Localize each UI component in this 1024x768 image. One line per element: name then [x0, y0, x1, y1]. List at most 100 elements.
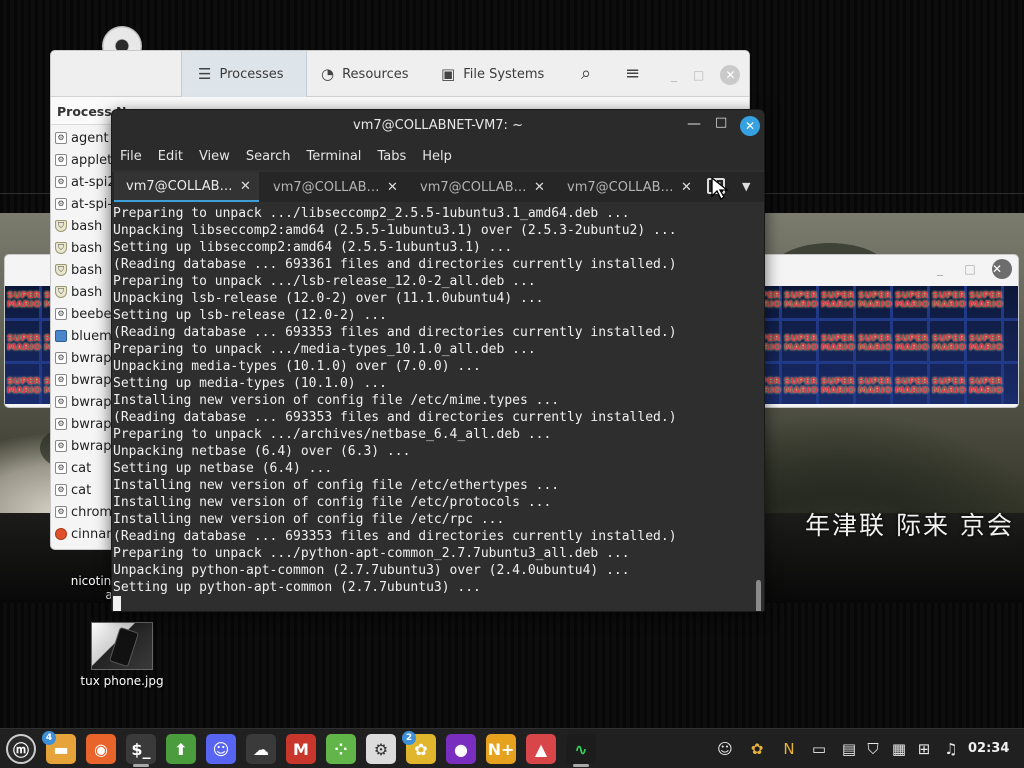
hamburger-menu-icon[interactable]: ≡	[625, 63, 640, 84]
mario-window-controls: _ □ ✕	[932, 259, 1012, 279]
menu-item-help[interactable]: Help	[422, 149, 452, 164]
terminal-line: (Reading database ... 693353 files and d…	[113, 410, 677, 425]
mario-icon[interactable]: M	[286, 734, 316, 764]
mario-tile: SUPERMARIO	[969, 378, 1003, 396]
terminal-tab[interactable]: vm7@COLLAB… ✕	[261, 172, 406, 202]
nicotine-desktop-icon[interactable]: nicotin al	[66, 574, 116, 602]
close-tab-icon[interactable]: ✕	[240, 179, 251, 194]
maximize-icon[interactable]: □	[715, 115, 727, 130]
process-icon: ⚙	[55, 396, 67, 408]
tab-file-systems[interactable]: ▣ File Systems	[441, 51, 544, 97]
taskbar: ⓜ ▬ 4 ◉ $_ ⬆ ☺ ☁ M ⁘ ⚙ ✿ 2 ● N+ ▲ ∿ ☺ ✿ N ▭ ▤ ⛉ ▦ ⊞ ♫ 02:34	[0, 728, 1024, 768]
process-icon: ⚙	[55, 176, 67, 188]
purple-orb-icon[interactable]: ●	[446, 734, 476, 764]
mario-tile: SUPERMARIO	[784, 335, 818, 353]
terminal-output[interactable]: Preparing to unpack .../libseccomp2_2.5.…	[112, 203, 764, 611]
close-icon[interactable]: ✕	[740, 116, 760, 136]
n-plus-icon[interactable]: N+	[486, 734, 516, 764]
terminal-tab[interactable]: vm7@COLLAB… ✕	[114, 172, 259, 202]
terminal-tab-label: vm7@COLLAB…	[567, 179, 674, 195]
mario-tile-text: MARIO	[784, 300, 818, 310]
terminal-titlebar[interactable]: vm7@COLLABNET-VM7: ~ — □ ✕	[112, 110, 764, 142]
process-name: bwrap	[71, 438, 112, 454]
terminal-tab[interactable]: vm7@COLLAB… ✕	[408, 172, 553, 202]
mario-tile-text: MARIO	[858, 300, 892, 310]
menu-item-edit[interactable]: Edit	[158, 149, 183, 164]
terminal-line: Setting up python-apt-common (2.7.7ubunt…	[113, 580, 481, 595]
mario-tile: SUPERMARIO	[7, 292, 41, 310]
tab-processes[interactable]: ☰ Processes	[181, 51, 307, 97]
shield-icon[interactable]: ⛉	[862, 739, 884, 759]
n-plus-icon[interactable]: N	[778, 739, 800, 759]
disk-icon: ▣	[441, 65, 456, 83]
tux-phone-image-icon[interactable]	[91, 622, 153, 670]
discord-icon[interactable]: ☺	[714, 739, 736, 759]
menu-item-tabs[interactable]: Tabs	[377, 149, 406, 164]
tux-phone-label[interactable]: tux phone.jpg	[70, 674, 174, 688]
bee-icon[interactable]: ✿	[746, 739, 768, 759]
process-name: bash	[71, 284, 103, 300]
terminal-tab-label: vm7@COLLAB…	[126, 178, 233, 194]
close-tab-icon[interactable]: ✕	[534, 180, 545, 195]
pulse-icon[interactable]: ∿	[566, 734, 596, 764]
terminal-window[interactable]: vm7@COLLABNET-VM7: ~ — □ ✕ File Edit View S…	[111, 109, 765, 612]
image-icon[interactable]: ▲	[526, 734, 556, 764]
menu-item-view[interactable]: View	[199, 149, 230, 164]
mario-tile: SUPERMARIO	[821, 292, 855, 310]
process-name: bwrap	[71, 350, 112, 366]
clipboard-icon[interactable]: ▤	[838, 739, 860, 759]
minimize-icon[interactable]: _	[671, 68, 677, 82]
terminal-menubar: File Edit View Search Terminal Tabs Help	[112, 142, 764, 170]
wallpaper-calligraphy: 年津联 际来 京会	[805, 511, 1014, 540]
mario-tile: SUPERMARIO	[932, 378, 966, 396]
process-icon: ⚙	[55, 132, 67, 144]
terminal-line: Installing new version of config file /e…	[113, 393, 560, 408]
cloud-icon[interactable]: ☁	[246, 734, 276, 764]
terminal-tab-label: vm7@COLLAB…	[273, 179, 380, 195]
terminal-tab[interactable]: vm7@COLLAB… ✕	[555, 172, 700, 202]
shield-arrow-icon[interactable]: ⬆	[166, 734, 196, 764]
terminal-icon[interactable]: $_	[126, 734, 156, 764]
mario-tile-text: MARIO	[7, 343, 41, 353]
terminal-line: (Reading database ... 693353 files and d…	[113, 325, 677, 340]
process-icon	[55, 528, 67, 540]
mint-logo-icon[interactable]: ⓜ	[6, 734, 36, 764]
terminal-line: Unpacking libseccomp2:amd64 (2.5.5-1ubun…	[113, 223, 677, 238]
menu-item-file[interactable]: File	[120, 149, 142, 164]
menu-item-terminal[interactable]: Terminal	[306, 149, 361, 164]
process-icon: ⛉	[55, 264, 67, 276]
bee-icon[interactable]: ✿ 2	[402, 731, 436, 764]
folder-icon[interactable]: ▬ 4	[42, 731, 76, 764]
minimize-icon[interactable]: _	[932, 261, 948, 277]
grid-icon[interactable]: ⁘	[326, 734, 356, 764]
gear-icon[interactable]: ⚙	[366, 734, 396, 764]
search-icon[interactable]: ⌕	[581, 63, 591, 84]
tab-resources[interactable]: ◔ Resources	[321, 51, 408, 97]
drive-icon[interactable]: ▭	[808, 739, 830, 759]
maximize-icon[interactable]: □	[962, 261, 978, 277]
mouse-pointer-icon	[711, 177, 729, 200]
terminal-line: (Reading database ... 693353 files and d…	[113, 529, 677, 544]
process-icon: ⛉	[55, 220, 67, 232]
terminal-line: Installing new version of config file /e…	[113, 495, 552, 510]
note-icon[interactable]: ▦	[888, 739, 910, 759]
terminal-scrollbar[interactable]	[756, 580, 761, 611]
close-icon[interactable]: ✕	[992, 259, 1012, 279]
mario-tile-text: MARIO	[969, 343, 1003, 353]
close-tab-icon[interactable]: ✕	[681, 180, 692, 195]
close-icon[interactable]: ✕	[720, 65, 741, 85]
menu-item-search[interactable]: Search	[246, 149, 291, 164]
network-icon[interactable]: ⊞	[913, 739, 935, 759]
mario-tile-text: MARIO	[784, 343, 818, 353]
music-icon[interactable]: ♫	[940, 739, 962, 759]
firefox-icon[interactable]: ◉	[86, 734, 116, 764]
process-icon: ⚙	[55, 506, 67, 518]
discord-icon[interactable]: ☺	[206, 734, 236, 764]
chevron-down-icon[interactable]: ▼	[742, 180, 750, 193]
mario-tile-text: MARIO	[895, 300, 929, 310]
close-tab-icon[interactable]: ✕	[387, 180, 398, 195]
minimize-icon[interactable]: —	[687, 116, 701, 132]
clock[interactable]: 02:34	[968, 741, 1009, 756]
maximize-icon[interactable]: □	[693, 68, 704, 82]
mario-tile: SUPERMARIO	[895, 335, 929, 353]
